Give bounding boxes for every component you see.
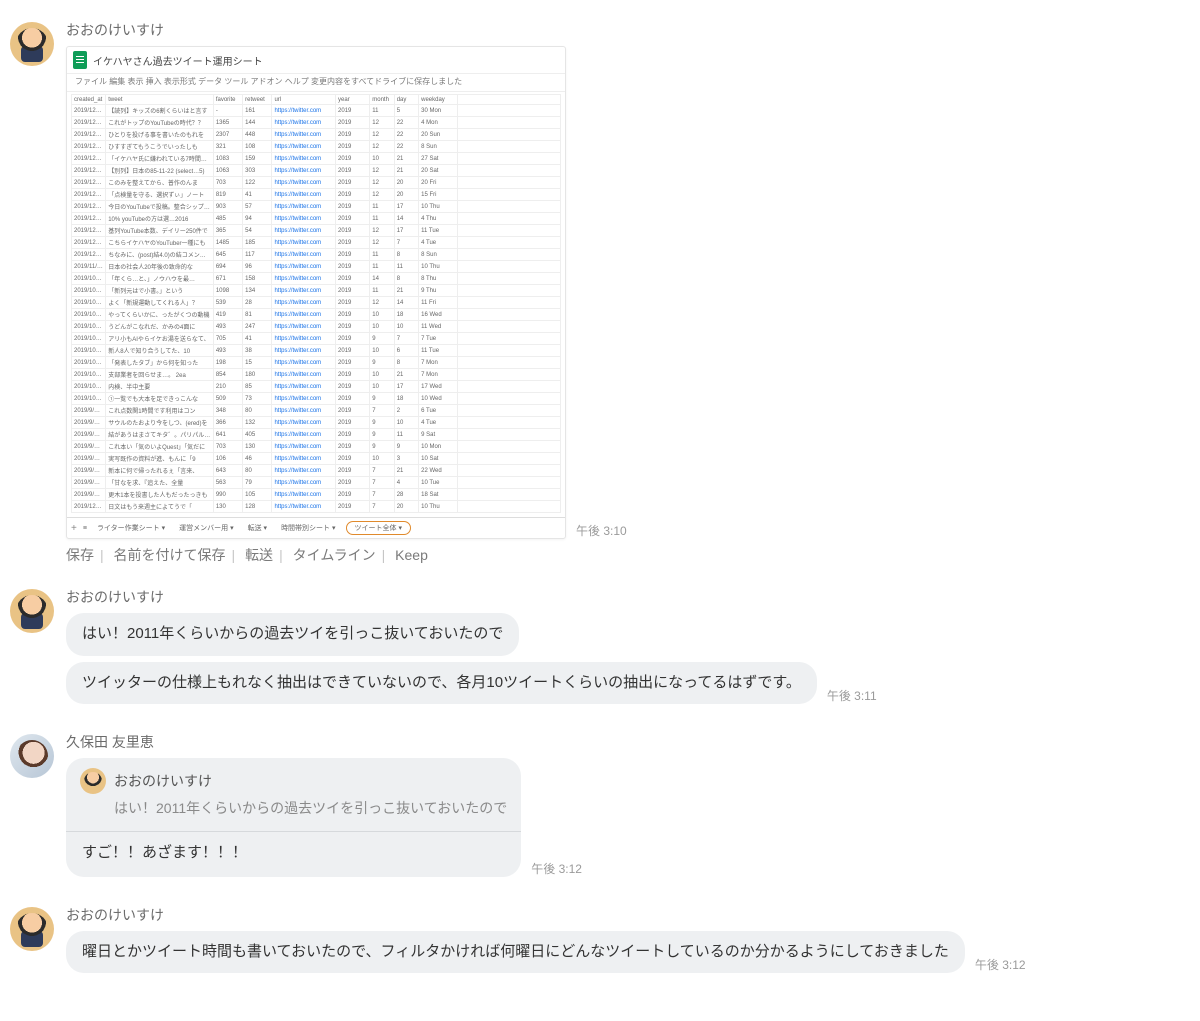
timestamp: 午後 3:11 [827, 687, 877, 704]
sender-name: おおのけいすけ [66, 20, 1190, 40]
avatar-yuri[interactable] [10, 734, 54, 778]
add-sheet-icon[interactable]: + [71, 523, 77, 534]
spreadsheet-title: イケハヤさん過去ツイート運用シート [93, 53, 263, 68]
timestamp: 午後 3:10 [576, 522, 627, 539]
action-save[interactable]: 保存 [66, 547, 94, 563]
quote-body: はい！2011年くらいからの過去ツイを引っこ抜いておいたので [66, 798, 521, 827]
quote-sender: おおのけいすけ [114, 771, 212, 792]
quoted-reply-bubble[interactable]: おおのけいすけ はい！2011年くらいからの過去ツイを引っこ抜いておいたので す… [66, 758, 521, 877]
sender-name: おおのけいすけ [66, 905, 1190, 925]
action-forward[interactable]: 転送 [245, 547, 273, 563]
avatar-kei[interactable] [10, 22, 54, 66]
avatar-kei[interactable] [10, 907, 54, 951]
message-group-1: おおのけいすけ イケハヤさん過去ツイート運用シート ファイル 編集 表示 挿入 … [10, 20, 1190, 565]
sheet-tab-3[interactable]: 転送 ▾ [244, 522, 271, 534]
action-keep[interactable]: Keep [395, 547, 428, 563]
message-bubble[interactable]: ツイッターの仕様上もれなく抽出はできていないので、各月10ツイートくらいの抽出に… [66, 662, 817, 705]
sender-name: 久保田 友里恵 [66, 732, 1190, 752]
message-bubble[interactable]: 曜日とかツイート時間も書いておいたので、フィルタかければ何曜日にどんなツイートし… [66, 931, 965, 974]
action-save-as[interactable]: 名前を付けて保存 [114, 547, 226, 563]
spreadsheet-table: created_attweetfavoriteretweeturlyearmon… [71, 94, 561, 513]
quote-avatar-icon [80, 768, 106, 794]
sheet-tab-4[interactable]: 時間帯別シート ▾ [277, 522, 339, 534]
sender-name: おおのけいすけ [66, 587, 1190, 607]
spreadsheet-tabs: + ≡ ライター作業シート ▾ 運営メンバー用 ▾ 転送 ▾ 時間帯別シート ▾… [67, 517, 565, 538]
hamburger-icon[interactable]: ≡ [83, 525, 87, 532]
message-bubble[interactable]: はい！2011年くらいからの過去ツイを引っこ抜いておいたので [66, 613, 519, 656]
spreadsheet-menu: ファイル 編集 表示 挿入 表示形式 データ ツール アドオン ヘルプ 変更内容… [67, 74, 565, 92]
sheet-tab-2[interactable]: 運営メンバー用 ▾ [175, 522, 237, 534]
sheet-tab-1[interactable]: ライター作業シート ▾ [93, 522, 169, 534]
reply-text: すご！！あざます！！！ [66, 832, 521, 877]
timestamp: 午後 3:12 [531, 860, 582, 877]
message-group-3: 久保田 友里恵 おおのけいすけ はい！2011年くらいからの過去ツイを引っこ抜い… [10, 732, 1190, 883]
timestamp: 午後 3:12 [975, 956, 1026, 973]
message-group-2: おおのけいすけ はい！2011年くらいからの過去ツイを引っこ抜いておいたので ツ… [10, 587, 1190, 710]
image-attachment[interactable]: イケハヤさん過去ツイート運用シート ファイル 編集 表示 挿入 表示形式 データ… [66, 46, 566, 539]
message-group-4: おおのけいすけ 曜日とかツイート時間も書いておいたので、フィルタかければ何曜日に… [10, 905, 1190, 980]
sheet-tab-5[interactable]: ツイート全体 ▾ [346, 521, 411, 535]
spreadsheet-header: イケハヤさん過去ツイート運用シート [67, 47, 565, 74]
avatar-kei[interactable] [10, 589, 54, 633]
action-timeline[interactable]: タイムライン [293, 547, 376, 563]
attachment-actions: 保存| 名前を付けて保存| 転送| タイムライン| Keep [66, 545, 1190, 565]
sheets-icon [73, 51, 87, 69]
